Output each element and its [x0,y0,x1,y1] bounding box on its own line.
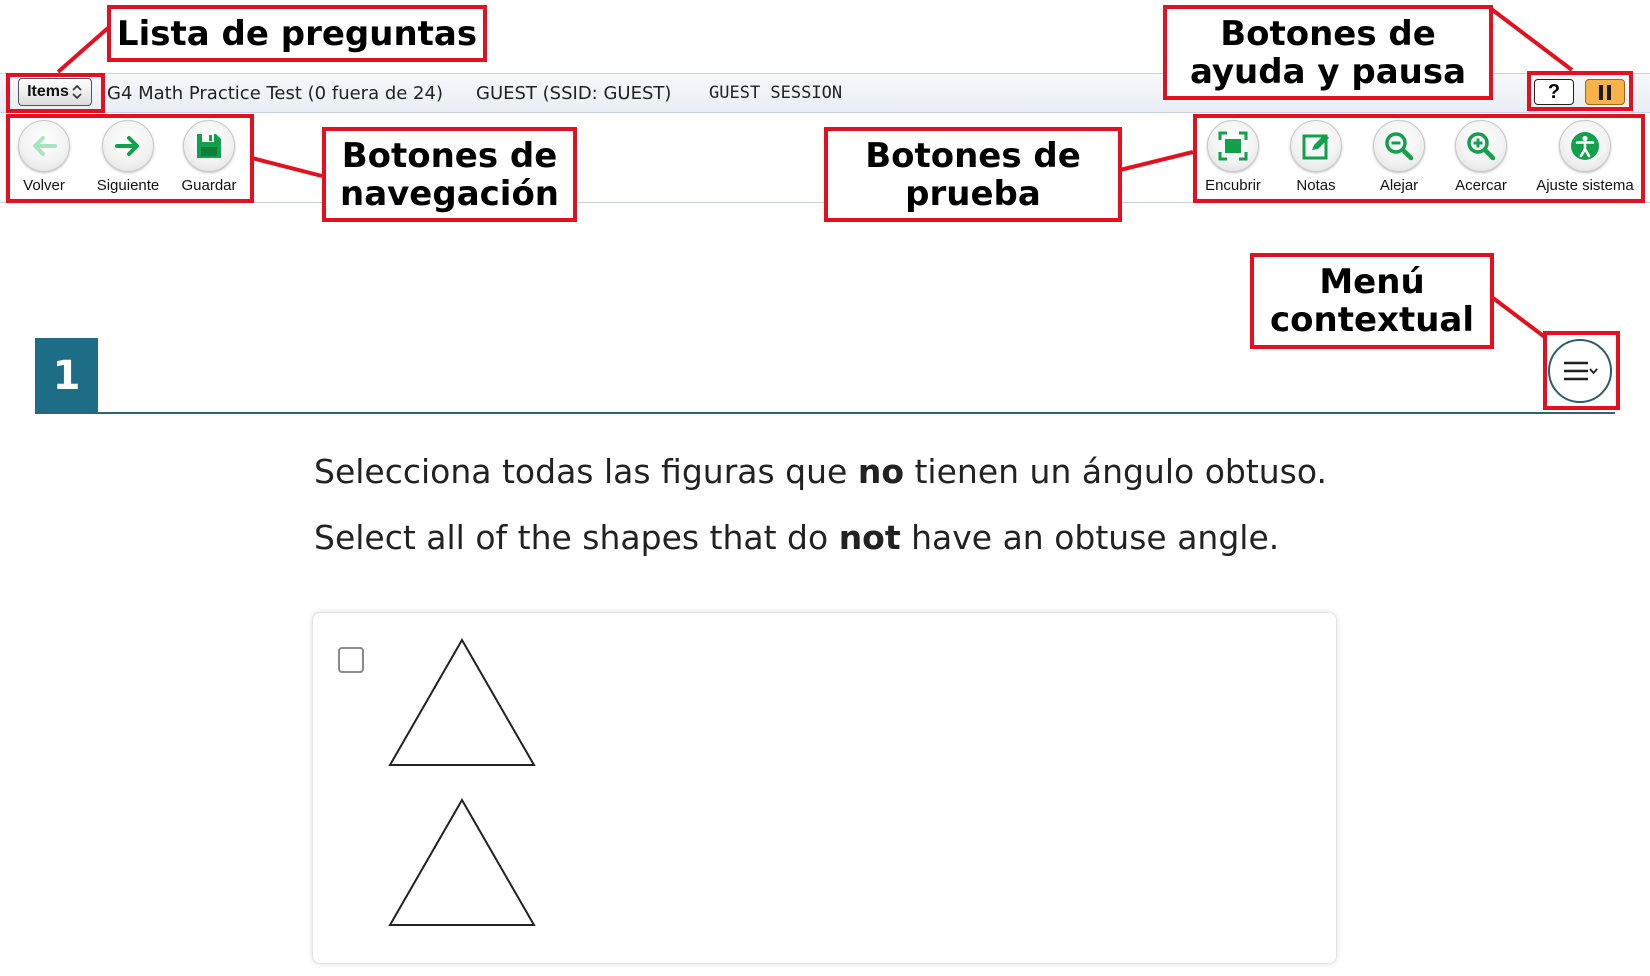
annotation-context-line1: Menú [1319,262,1425,302]
annotation-outline-navigation [6,114,254,203]
annotation-help-pause-line1: Botones de [1220,13,1436,54]
annotation-question-list: Lista de preguntas [107,5,487,62]
annotation-test-line1: Botones de [865,135,1081,176]
annotation-outline-help-pause [1527,71,1633,111]
annotation-navigation-line1: Botones de [341,135,558,176]
annotation-help-pause: Botones de ayuda y pausa [1163,5,1493,100]
annotation-outline-test-tools [1193,114,1645,203]
annotation-context-line2: contextual [1269,300,1475,340]
annotation-context-menu: Menú contextual [1250,253,1494,349]
annotation-outline-context-menu [1543,331,1620,410]
annotation-help-pause-line2: ayuda y pausa [1189,51,1467,92]
annotation-navigation: Botones de navegación [322,127,577,222]
annotation-outline-items [6,73,105,113]
annotation-test-line2: prueba [905,173,1041,214]
annotation-test-tools: Botones de prueba [824,127,1122,222]
annotation-navigation-line2: navegación [339,173,560,214]
annotation-question-list-text: Lista de preguntas [116,13,478,54]
